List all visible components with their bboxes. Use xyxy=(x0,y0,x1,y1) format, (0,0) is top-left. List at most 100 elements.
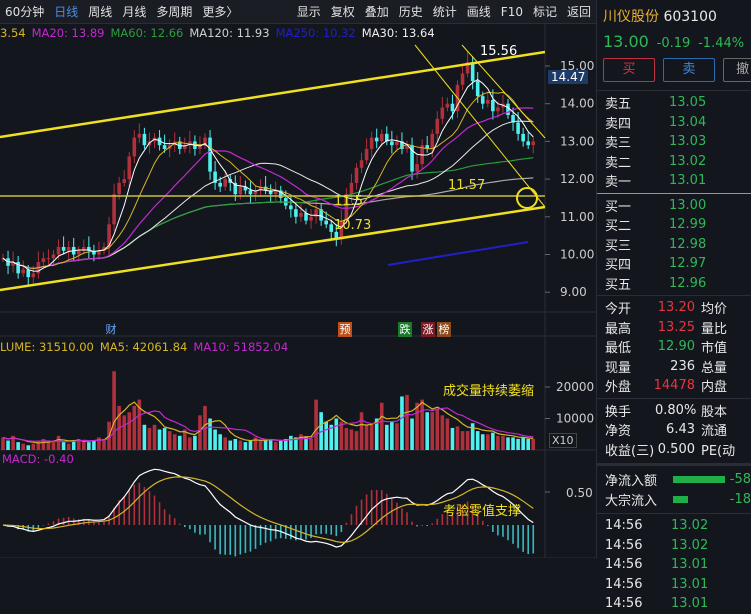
candle xyxy=(172,132,177,152)
volume-bar xyxy=(289,435,293,450)
candle xyxy=(486,92,490,108)
event-marker[interactable]: 涨 xyxy=(421,322,435,337)
level-label: 买四 xyxy=(605,258,632,274)
volume-bar xyxy=(486,434,490,450)
stat-label-2: 内盘 xyxy=(701,380,728,396)
stat-value: 12.90 xyxy=(657,339,695,355)
candle xyxy=(132,130,137,164)
stat-row: 净资 6.43 流通 xyxy=(605,420,751,440)
bid-row: 买一 13.00 xyxy=(605,196,751,216)
level-label: 卖三 xyxy=(605,136,632,152)
level-label: 卖四 xyxy=(605,116,632,132)
lower-channel-line[interactable] xyxy=(0,205,546,292)
volume-bar xyxy=(268,438,273,450)
flow-bar-track xyxy=(672,472,726,487)
volume-bar xyxy=(56,435,61,450)
candle xyxy=(435,111,440,141)
stat-value: 0.500 xyxy=(657,441,695,457)
volume-bar xyxy=(31,443,36,450)
volume-bar xyxy=(46,442,51,450)
volume-bar xyxy=(253,437,258,450)
candle xyxy=(521,127,525,147)
level-price: 12.98 xyxy=(669,236,707,252)
tick-row: 14:56 13.02 xyxy=(605,516,751,536)
volume-bar xyxy=(521,437,525,450)
volume-bar xyxy=(223,437,227,450)
flow-label: 大宗流入 xyxy=(605,493,658,509)
volume-bar xyxy=(21,443,25,450)
candle xyxy=(491,89,495,120)
candle xyxy=(61,236,66,255)
macd-tick: 0.50 xyxy=(566,486,593,500)
level-price: 12.99 xyxy=(669,217,707,233)
volume-bar xyxy=(445,418,450,450)
stat-label-2: 股本 xyxy=(701,404,728,420)
buy-button[interactable]: 买 xyxy=(603,58,655,82)
bid-list: 买一 13.00 买二 12.99 买三 12.98 买四 12.97 买五 12.96 xyxy=(597,194,751,296)
level-label: 卖二 xyxy=(605,155,632,171)
candle xyxy=(278,185,283,204)
macd-legend: MACD: -0.40 xyxy=(2,452,74,466)
level-label: 买五 xyxy=(605,277,632,293)
flow-bar xyxy=(672,495,689,503)
volume-bar xyxy=(344,427,349,450)
sell-button[interactable]: 卖 xyxy=(662,58,715,82)
volume-bar xyxy=(369,423,374,450)
candle xyxy=(253,185,258,201)
candle xyxy=(233,175,238,201)
price-change: -0.19 xyxy=(656,36,691,51)
stat-row: 最低 12.90 市值 xyxy=(605,337,751,357)
volume-bar xyxy=(526,438,530,450)
ask-row: 卖五 13.05 xyxy=(605,93,751,113)
candle xyxy=(440,96,445,125)
candle xyxy=(122,170,126,187)
volume-bar xyxy=(92,440,96,450)
stat-row: 最高 13.25 量比 xyxy=(605,318,751,338)
event-marker[interactable]: 跌 xyxy=(398,322,412,337)
stat-label: 最低 xyxy=(605,341,632,357)
stats-list-2: 换手 0.80% 股本 净资 6.43 流通 收益(三) 0.500 PE(动 xyxy=(597,399,751,466)
volume-bar xyxy=(506,437,510,450)
tick-time: 14:56 xyxy=(605,596,643,612)
stat-label-2: 均价 xyxy=(701,302,728,318)
volume-bar xyxy=(385,424,389,450)
volume-bar xyxy=(339,421,344,450)
candle xyxy=(420,139,424,170)
ma30-line xyxy=(2,120,534,270)
stat-label-2: PE(动 xyxy=(701,443,736,459)
highlight-circle[interactable] xyxy=(516,187,538,209)
volume-bar xyxy=(501,435,505,450)
candle xyxy=(460,66,465,91)
volume-bar xyxy=(304,437,308,450)
volume-bar xyxy=(61,442,66,450)
price-tick-label: 9.00 xyxy=(560,285,587,299)
kline-chart[interactable]: 15.0014.0013.0012.0011.0010.009.00200001… xyxy=(0,0,596,558)
event-marker[interactable]: 财 xyxy=(104,322,118,337)
event-marker[interactable]: 榜 xyxy=(437,322,451,337)
cancel-button[interactable]: 撤 xyxy=(722,58,751,82)
volume-bar xyxy=(193,435,197,450)
stat-row: 现量 236 总量 xyxy=(605,357,751,377)
volume-bar xyxy=(132,405,137,450)
support-label: 11.57 xyxy=(448,178,486,193)
candle xyxy=(415,153,419,179)
volume-bar xyxy=(496,435,500,450)
candle xyxy=(390,130,394,154)
event-marker[interactable]: 预 xyxy=(338,322,352,337)
volume-bar xyxy=(491,432,495,450)
candle xyxy=(208,130,212,180)
volume-tick-label: 10000 xyxy=(556,412,594,426)
candle xyxy=(531,136,536,154)
tick-row: 14:56 13.01 xyxy=(605,594,751,614)
level-price: 13.02 xyxy=(669,153,707,169)
volume-bar xyxy=(364,424,369,450)
volume-legend-item: MA10: 51852.04 xyxy=(193,340,289,354)
stat-value: 0.80% xyxy=(655,402,697,418)
volume-bar xyxy=(26,445,31,450)
tick-time: 14:56 xyxy=(605,518,643,534)
last-price: 13.00 xyxy=(603,32,649,51)
candle xyxy=(501,94,505,113)
volume-bar xyxy=(36,440,41,450)
volume-bar xyxy=(248,440,253,450)
candle xyxy=(137,123,142,143)
